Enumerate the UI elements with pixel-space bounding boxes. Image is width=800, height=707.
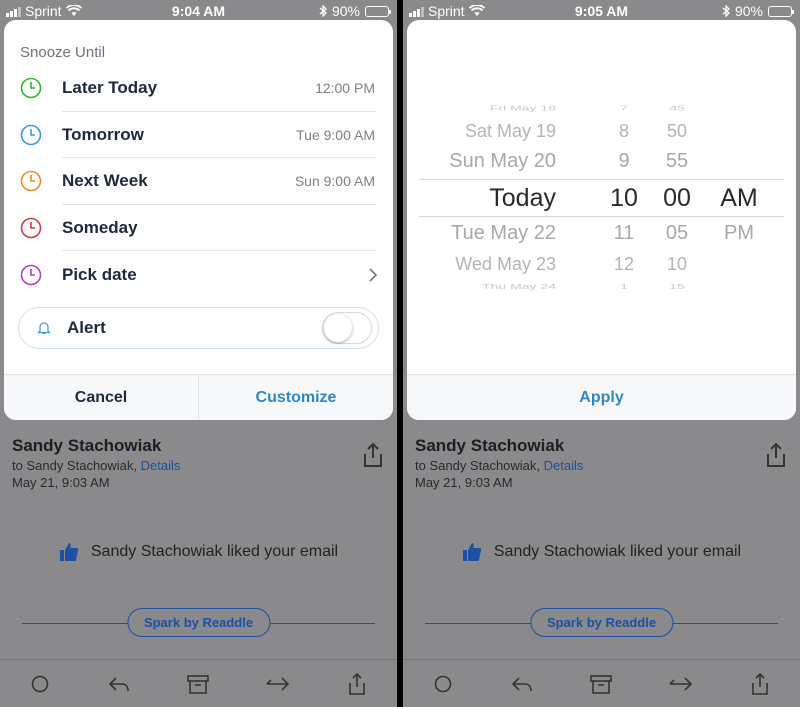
picker-day[interactable]: Fri May 18 [490, 104, 556, 113]
option-someday[interactable]: Someday [4, 205, 393, 252]
picker-minute[interactable]: 45 [657, 104, 697, 113]
sheet-title: Snooze Until [20, 44, 106, 61]
archive-icon[interactable] [589, 672, 613, 696]
thumbs-up-icon [59, 543, 79, 561]
reply-icon[interactable] [107, 672, 131, 696]
spark-badge[interactable]: Spark by Readdle [126, 608, 271, 637]
clock-icon [20, 264, 42, 285]
option-label: Someday [62, 218, 138, 238]
snooze-icon[interactable] [28, 672, 52, 696]
alert-toggle[interactable] [322, 312, 372, 344]
picker-minute[interactable]: 55 [657, 150, 697, 173]
picker-hour[interactable]: 1 [609, 282, 639, 291]
clock-icon [20, 124, 42, 146]
picker-hour[interactable]: 11 [609, 222, 639, 245]
option-label: Later Today [62, 78, 158, 98]
email-toolbar [0, 659, 397, 707]
picker-minute[interactable]: 50 [657, 121, 697, 142]
battery-percent: 90% [734, 3, 763, 19]
forward-icon[interactable] [669, 672, 693, 696]
email-view: Sandy Stachowiak to Sandy Stachowiak, De… [0, 420, 397, 707]
picker-hour-selected[interactable]: 10 [609, 184, 639, 213]
clock-icon [20, 77, 42, 99]
picker-hour[interactable]: 7 [609, 104, 639, 113]
recipients: to Sandy Stachowiak, Details [415, 458, 584, 473]
picker-day-selected[interactable]: Today [489, 184, 556, 213]
picker-day[interactable]: Tue May 22 [451, 222, 556, 245]
picker-day[interactable]: Thu May 24 [482, 282, 556, 291]
date-time-picker[interactable]: Fri May 18 Sat May 19 Sun May 20 Today T… [407, 100, 796, 300]
customize-button[interactable]: Customize [199, 375, 393, 420]
option-label: Pick date [62, 264, 137, 284]
share-icon[interactable] [764, 442, 788, 468]
picker-hour[interactable]: 12 [609, 254, 639, 275]
picker-day[interactable]: Wed May 23 [455, 254, 556, 275]
recipients: to Sandy Stachowiak, Details [12, 458, 181, 473]
bell-icon [37, 322, 51, 335]
battery-icon [365, 5, 391, 17]
clock-icon [20, 217, 42, 239]
picker-minute[interactable]: 10 [657, 254, 697, 275]
archive-icon[interactable] [186, 672, 210, 696]
picker-day[interactable]: Sun May 20 [449, 150, 556, 173]
bluetooth-icon [319, 5, 327, 17]
alert-label: Alert [67, 318, 106, 337]
toggle-knob [324, 314, 352, 342]
cancel-button[interactable]: Cancel [4, 375, 199, 420]
picker-ampm[interactable]: PM [717, 222, 761, 245]
liked-message: Sandy Stachowiak liked your email [0, 542, 397, 562]
snooze-icon[interactable] [431, 672, 455, 696]
spark-badge[interactable]: Spark by Readdle [529, 608, 674, 637]
email-date: May 21, 9:03 AM [12, 475, 110, 490]
email-view: Sandy Stachowiak to Sandy Stachowiak, De… [403, 420, 800, 707]
picker-hour[interactable]: 8 [609, 121, 639, 142]
share-icon[interactable] [345, 672, 369, 696]
option-time: 12:00 PM [315, 80, 375, 97]
picker-minute[interactable]: 15 [657, 282, 697, 291]
sheet-footer: Apply [407, 374, 796, 420]
chevron-right-icon [369, 268, 377, 282]
sheet-footer: Cancel Customize [4, 374, 393, 420]
picker-ampm-selected[interactable]: AM [717, 184, 761, 213]
email-date: May 21, 9:03 AM [415, 475, 513, 490]
option-time: Sun 9:00 AM [294, 173, 375, 190]
reply-icon[interactable] [510, 672, 534, 696]
forward-icon[interactable] [266, 672, 290, 696]
picker-hour[interactable]: 9 [609, 150, 639, 173]
sender-name: Sandy Stachowiak [12, 436, 162, 455]
picker-minute[interactable]: 05 [657, 222, 697, 245]
picker-minute-selected[interactable]: 00 [657, 184, 697, 213]
battery-icon [768, 5, 794, 17]
apply-button[interactable]: Apply [407, 375, 796, 420]
details-link[interactable]: Details [141, 458, 181, 473]
option-next-week[interactable]: Next Week Sun 9:00 AM [4, 158, 393, 205]
details-link[interactable]: Details [544, 458, 584, 473]
sender-name: Sandy Stachowiak [415, 436, 565, 455]
right-screen: Sprint 9:05 AM 90% Sandy Stachowiak to S… [403, 0, 800, 707]
option-label: Tomorrow [62, 124, 144, 144]
share-icon[interactable] [361, 442, 385, 468]
thumbs-up-icon [462, 543, 482, 561]
bluetooth-icon [722, 5, 730, 17]
battery-percent: 90% [331, 3, 360, 19]
option-label: Next Week [62, 171, 148, 191]
email-toolbar [403, 659, 800, 707]
status-bar: Sprint 9:05 AM 90% [403, 0, 800, 22]
option-tomorrow[interactable]: Tomorrow Tue 9:00 AM [4, 112, 393, 159]
status-bar: Sprint 9:04 AM 90% [0, 0, 397, 22]
left-screen: Sprint 9:04 AM 90% Sandy Stachowiak to S… [0, 0, 397, 707]
alert-row: Alert [18, 307, 379, 349]
option-later-today[interactable]: Later Today 12:00 PM [4, 65, 393, 112]
date-picker-sheet: Fri May 18 Sat May 19 Sun May 20 Today T… [407, 20, 796, 420]
liked-message: Sandy Stachowiak liked your email [403, 542, 800, 562]
share-icon[interactable] [748, 672, 772, 696]
option-time: Tue 9:00 AM [296, 126, 375, 143]
picker-day[interactable]: Sat May 19 [465, 121, 556, 142]
option-pick-date[interactable]: Pick date [4, 251, 393, 298]
clock-icon [20, 171, 42, 192]
snooze-sheet: Snooze Until Later Today 12:00 PM Tomorr… [4, 20, 393, 420]
